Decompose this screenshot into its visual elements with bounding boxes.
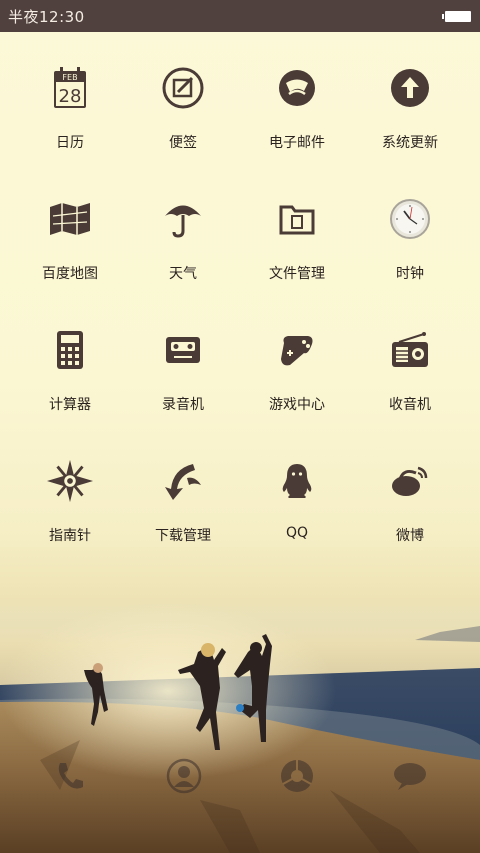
clock-icon (386, 195, 434, 243)
app-label: 百度地图 (42, 266, 98, 282)
app-system-update[interactable]: 系统更新 (350, 32, 470, 162)
gamepad-icon (273, 326, 321, 374)
browser-icon[interactable] (277, 756, 317, 796)
radio-icon (386, 326, 434, 374)
calendar-icon: FEB 28 (46, 64, 94, 112)
cassette-icon (159, 326, 207, 374)
app-qq[interactable]: QQ (237, 425, 357, 555)
app-label: 下载管理 (155, 528, 211, 544)
map-icon (46, 195, 94, 243)
contacts-icon[interactable] (164, 756, 204, 796)
weibo-icon (386, 457, 434, 505)
app-clock[interactable]: 时钟 (350, 163, 470, 293)
calendar-month: FEB (62, 73, 77, 82)
app-compass[interactable]: 指南针 (10, 425, 130, 555)
messages-icon[interactable] (390, 756, 430, 796)
download-icon (159, 457, 207, 505)
app-radio[interactable]: 收音机 (350, 294, 470, 424)
app-weibo[interactable]: 微博 (350, 425, 470, 555)
phone-icon[interactable] (50, 756, 90, 796)
app-label: 日历 (56, 135, 84, 151)
umbrella-icon (159, 195, 207, 243)
status-time: 半夜12:30 (8, 7, 85, 26)
app-email[interactable]: 电子邮件 (237, 32, 357, 162)
app-label: 天气 (169, 266, 197, 282)
notes-icon (159, 64, 207, 112)
app-label: 微博 (396, 528, 424, 544)
qq-penguin-icon (273, 457, 321, 505)
app-label: 录音机 (162, 397, 204, 413)
app-label: QQ (285, 525, 309, 541)
wallpaper-beach-scene (0, 600, 480, 853)
dock-bar (0, 748, 480, 808)
app-weather[interactable]: 天气 (123, 163, 243, 293)
calendar-day: 28 (59, 86, 82, 107)
app-label: 便签 (169, 135, 197, 151)
battery-icon (442, 10, 472, 22)
app-label: 系统更新 (382, 135, 438, 151)
folder-icon (273, 195, 321, 243)
app-label: 电子邮件 (269, 135, 325, 151)
app-file-manager[interactable]: 文件管理 (237, 163, 357, 293)
app-label: 指南针 (49, 528, 91, 544)
app-calendar[interactable]: FEB 28 日历 (10, 32, 130, 162)
app-label: 时钟 (396, 266, 424, 282)
email-icon (273, 64, 321, 112)
app-label: 计算器 (49, 397, 91, 413)
app-game-center[interactable]: 游戏中心 (237, 294, 357, 424)
app-baidu-map[interactable]: 百度地图 (10, 163, 130, 293)
app-download-manager[interactable]: 下载管理 (123, 425, 243, 555)
system-update-icon (386, 64, 434, 112)
app-calculator[interactable]: 计算器 (10, 294, 130, 424)
calculator-icon (46, 326, 94, 374)
app-notes[interactable]: 便签 (123, 32, 243, 162)
status-bar: 半夜12:30 (0, 0, 480, 32)
app-label: 游戏中心 (269, 397, 325, 413)
app-recorder[interactable]: 录音机 (123, 294, 243, 424)
compass-icon (46, 457, 94, 505)
app-label: 文件管理 (269, 266, 325, 282)
app-label: 收音机 (389, 397, 431, 413)
